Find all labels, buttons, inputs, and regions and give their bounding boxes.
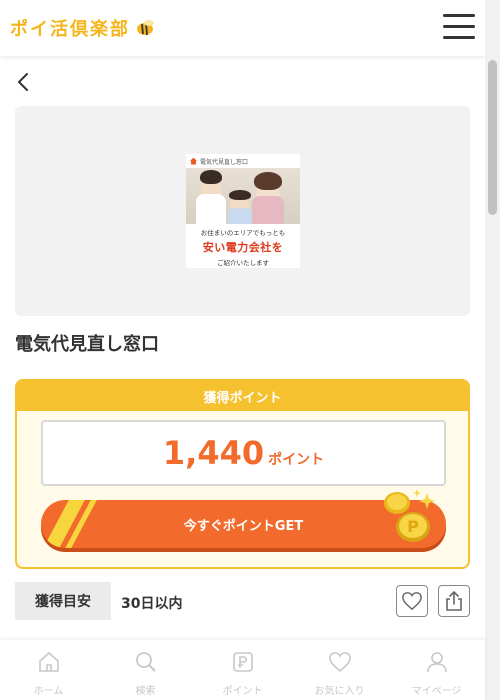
eta-value: 30日以内 <box>121 596 183 612</box>
bottom-tab-bar: ホーム 検索 ポイント お気に入り マイページ <box>0 640 485 700</box>
banner-tag-text: 電気代見直し窓口 <box>200 158 249 166</box>
share-button[interactable] <box>438 585 470 617</box>
bee-icon <box>137 20 154 36</box>
tab-mypage[interactable]: マイページ <box>388 640 485 700</box>
offer-title: 電気代見直し窓口 <box>15 334 159 355</box>
point-heading: 獲得ポイント <box>17 381 468 411</box>
tab-label: 検索 <box>135 686 156 697</box>
tab-search[interactable]: 検索 <box>97 640 194 700</box>
tab-favorites[interactable]: お気に入り <box>291 640 388 700</box>
heart-icon <box>328 652 351 673</box>
offer-banner[interactable]: 電気代見直し窓口 お住まいのエリアでもっとも 安い電力会社を ご紹介いたします <box>186 154 300 268</box>
banner-line-1: お住まいのエリアでもっとも <box>200 229 286 237</box>
tab-label: ポイント <box>222 686 263 697</box>
point-box: 1,440 ポイント <box>41 420 446 486</box>
banner-line-2: 安い電力会社を <box>202 241 284 254</box>
chevron-left-icon[interactable] <box>12 70 36 94</box>
point-unit: ポイント <box>268 452 325 468</box>
search-icon <box>135 652 156 672</box>
tab-label: ホーム <box>33 686 64 697</box>
coins-icon: P <box>384 489 435 542</box>
tab-label: お気に入り <box>314 686 365 697</box>
point-value: 1,440 <box>162 434 265 472</box>
tab-home[interactable]: ホーム <box>0 640 97 700</box>
point-card: 獲得ポイント 1,440 ポイント 今すぐポイントGET P <box>15 379 470 569</box>
home-icon <box>38 651 59 672</box>
user-icon <box>426 652 447 673</box>
offer-image-area: 電気代見直し窓口 お住まいのエリアでもっとも 安い電力会社を ご紹介いたします <box>15 106 470 316</box>
point-icon <box>232 652 253 672</box>
banner-tag: 電気代見直し窓口 <box>186 154 300 168</box>
house-icon <box>190 157 197 165</box>
scrollbar[interactable] <box>485 0 500 700</box>
hamburger-icon[interactable] <box>443 14 475 42</box>
app-header: ポイ活倶楽部 <box>0 0 485 56</box>
scrollbar-thumb[interactable] <box>488 60 497 215</box>
get-points-label: 今すぐポイントGET <box>183 518 304 534</box>
banner-line-3: ご紹介いたします <box>217 259 269 267</box>
tab-points[interactable]: ポイント <box>194 640 291 700</box>
heart-icon <box>402 592 422 611</box>
eta-label: 獲得目安 <box>15 582 111 620</box>
site-logo[interactable]: ポイ活倶楽部 <box>10 15 130 41</box>
tab-label: マイページ <box>411 686 462 697</box>
banner-photo <box>186 168 300 224</box>
share-icon <box>446 591 462 611</box>
svg-text:P: P <box>407 517 419 536</box>
favorite-button[interactable] <box>396 585 428 617</box>
